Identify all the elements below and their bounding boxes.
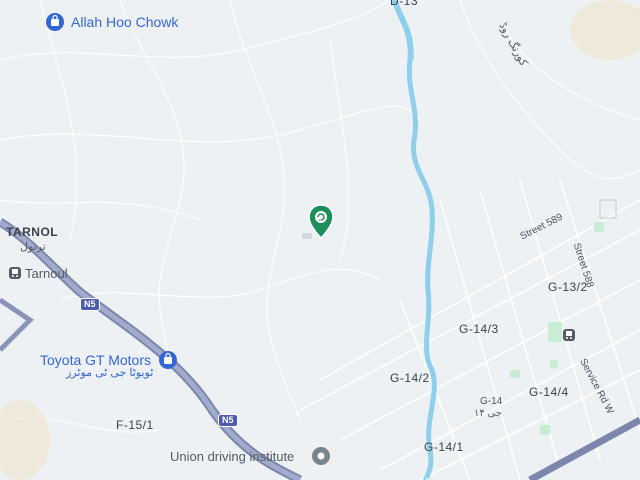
transit-station-icon[interactable]: [562, 328, 576, 347]
sector-f15-1-label: F-15/1: [116, 418, 154, 432]
sector-g14-4-label: G-14/4: [529, 385, 569, 399]
shopping-bag-icon[interactable]: [45, 12, 65, 37]
partial-sector-label: D-13: [390, 0, 419, 8]
union-driving-institute-label[interactable]: Union driving institute: [170, 449, 294, 464]
sector-g13-2-label: G-13/2: [548, 280, 588, 294]
sector-g14-1-label: G-14/1: [424, 440, 464, 454]
tarnoul-station-label[interactable]: Tarnoul: [25, 266, 68, 281]
sector-g14-urdu-label: جی ۱۴: [474, 408, 503, 419]
park-areas: [510, 222, 604, 435]
highway-shield-n5: N5: [80, 298, 100, 311]
highway-shield-n5: N5: [218, 414, 238, 427]
toyota-urdu-label: ٹویوٹا جی ٹی موٹرز: [66, 367, 154, 379]
sector-g14-2-label: G-14/2: [390, 371, 430, 385]
map-canvas[interactable]: D-13 Allah Hoo Chowk کورنگ روڈ TARNOL تر…: [0, 0, 640, 480]
landmark-icon[interactable]: [311, 446, 331, 471]
transit-station-icon[interactable]: [8, 266, 22, 285]
sector-g14-3-label: G-14/3: [459, 322, 499, 336]
location-pin-icon[interactable]: [307, 204, 335, 245]
tarnol-area-label: TARNOL: [6, 225, 59, 239]
allah-hoo-chowk-label[interactable]: Allah Hoo Chowk: [71, 14, 178, 30]
sector-g14-label: G-14: [480, 396, 503, 407]
tarnol-urdu-label: ترنول: [20, 241, 46, 253]
shopping-bag-icon[interactable]: [158, 350, 178, 375]
